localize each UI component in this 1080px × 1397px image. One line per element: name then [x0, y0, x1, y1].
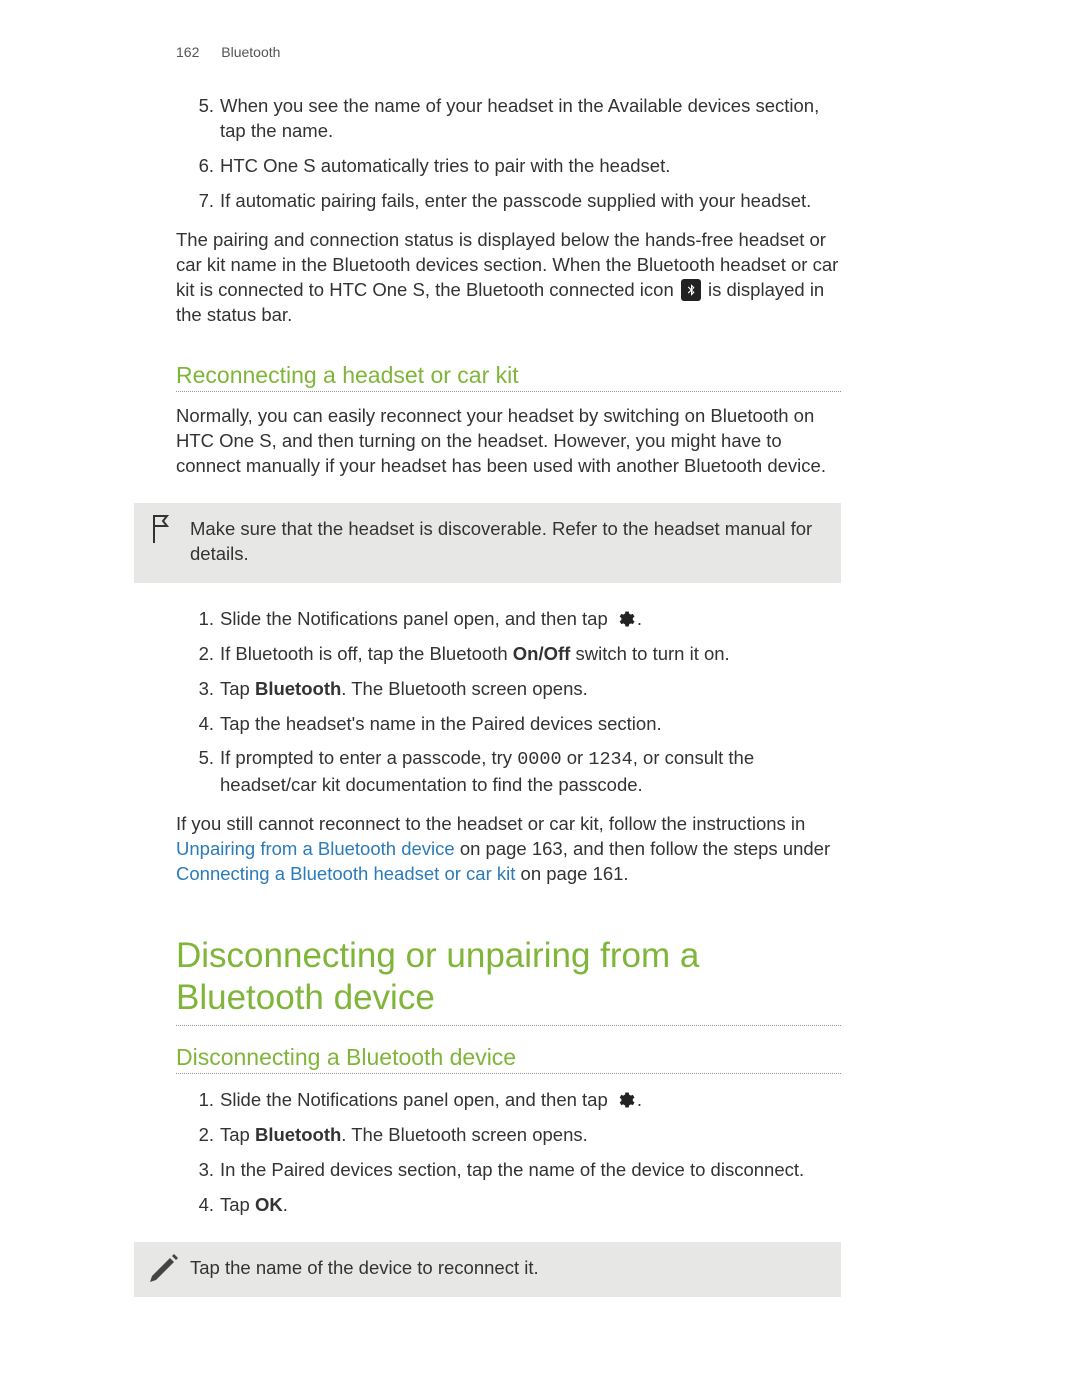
- step-number: 1.: [194, 607, 214, 632]
- step-text: If automatic pairing fails, enter the pa…: [220, 190, 811, 211]
- step-text: Tap: [220, 1124, 255, 1145]
- bold-text: OK: [255, 1194, 283, 1215]
- step-number: 5.: [194, 746, 214, 771]
- code-text: 1234: [588, 749, 632, 770]
- text: If you still cannot reconnect to the hea…: [176, 813, 805, 834]
- step-item: 3. In the Paired devices section, tap th…: [176, 1158, 841, 1183]
- step-number: 4.: [194, 1193, 214, 1218]
- gear-icon: [615, 609, 635, 629]
- step-item: 1. Slide the Notifications panel open, a…: [176, 1088, 841, 1113]
- step-text: .: [637, 1089, 642, 1110]
- bold-text: Bluetooth: [255, 678, 341, 699]
- step-item: 7. If automatic pairing fails, enter the…: [176, 189, 841, 214]
- step-item: 5. If prompted to enter a passcode, try …: [176, 746, 841, 798]
- text: on page 163, and then follow the steps u…: [455, 838, 830, 859]
- step-number: 3.: [194, 677, 214, 702]
- step-item: 4. Tap OK.: [176, 1193, 841, 1218]
- callout-text: Tap the name of the device to reconnect …: [190, 1257, 539, 1278]
- step-text: If prompted to enter a passcode, try: [220, 747, 517, 768]
- bluetooth-icon: [681, 279, 701, 301]
- step-item: 3. Tap Bluetooth. The Bluetooth screen o…: [176, 677, 841, 702]
- code-text: 0000: [517, 749, 561, 770]
- subheading-disconnecting-device: Disconnecting a Bluetooth device: [176, 1044, 841, 1074]
- step-text: .: [637, 608, 642, 629]
- bold-text: On/Off: [513, 643, 571, 664]
- step-text: If Bluetooth is off, tap the Bluetooth: [220, 643, 513, 664]
- step-text: HTC One S automatically tries to pair wi…: [220, 155, 670, 176]
- flag-icon: [148, 513, 174, 552]
- step-text: .: [283, 1194, 288, 1215]
- subheading-reconnecting: Reconnecting a headset or car kit: [176, 362, 841, 392]
- step-item: 1. Slide the Notifications panel open, a…: [176, 607, 841, 632]
- step-text: switch to turn it on.: [570, 643, 729, 664]
- callout-note: Make sure that the headset is discoverab…: [134, 503, 841, 583]
- step-item: 6. HTC One S automatically tries to pair…: [176, 154, 841, 179]
- bold-text: Bluetooth: [255, 1124, 341, 1145]
- step-number: 2.: [194, 642, 214, 667]
- section-name: Bluetooth: [221, 44, 280, 60]
- callout-text: Make sure that the headset is discoverab…: [190, 518, 812, 564]
- step-item: 2. Tap Bluetooth. The Bluetooth screen o…: [176, 1123, 841, 1148]
- step-number: 7.: [194, 189, 214, 214]
- step-text: Tap the headset's name in the Paired dev…: [220, 713, 662, 734]
- step-item: 2. If Bluetooth is off, tap the Bluetoot…: [176, 642, 841, 667]
- paragraph: The pairing and connection status is dis…: [176, 228, 841, 328]
- step-text: or: [562, 747, 589, 768]
- link-connecting[interactable]: Connecting a Bluetooth headset or car ki…: [176, 863, 515, 884]
- page-number: 162: [176, 44, 199, 60]
- step-text: . The Bluetooth screen opens.: [341, 1124, 588, 1145]
- step-number: 1.: [194, 1088, 214, 1113]
- heading-disconnecting: Disconnecting or unpairing from a Blueto…: [176, 935, 841, 1026]
- step-text: In the Paired devices section, tap the n…: [220, 1159, 804, 1180]
- pencil-icon: [148, 1252, 180, 1291]
- step-number: 3.: [194, 1158, 214, 1183]
- steps-list-reconnect: 1. Slide the Notifications panel open, a…: [176, 607, 841, 799]
- step-text: Slide the Notifications panel open, and …: [220, 1089, 613, 1110]
- steps-list-disconnect: 1. Slide the Notifications panel open, a…: [176, 1088, 841, 1218]
- link-unpairing[interactable]: Unpairing from a Bluetooth device: [176, 838, 455, 859]
- step-number: 2.: [194, 1123, 214, 1148]
- text: on page 161.: [515, 863, 628, 884]
- paragraph: If you still cannot reconnect to the hea…: [176, 812, 841, 887]
- step-text: Tap: [220, 1194, 255, 1215]
- step-number: 4.: [194, 712, 214, 737]
- page-header: 162 Bluetooth: [176, 44, 841, 60]
- step-number: 6.: [194, 154, 214, 179]
- callout-tip: Tap the name of the device to reconnect …: [134, 1242, 841, 1297]
- paragraph: Normally, you can easily reconnect your …: [176, 404, 841, 479]
- step-text: Tap: [220, 678, 255, 699]
- gear-icon: [615, 1090, 635, 1110]
- steps-list-continued: 5. When you see the name of your headset…: [176, 94, 841, 214]
- step-number: 5.: [194, 94, 214, 119]
- step-text: When you see the name of your headset in…: [220, 95, 819, 141]
- step-item: 5. When you see the name of your headset…: [176, 94, 841, 144]
- page-content: 162 Bluetooth 5. When you see the name o…: [176, 44, 841, 1321]
- step-text: . The Bluetooth screen opens.: [341, 678, 588, 699]
- step-item: 4. Tap the headset's name in the Paired …: [176, 712, 841, 737]
- step-text: Slide the Notifications panel open, and …: [220, 608, 613, 629]
